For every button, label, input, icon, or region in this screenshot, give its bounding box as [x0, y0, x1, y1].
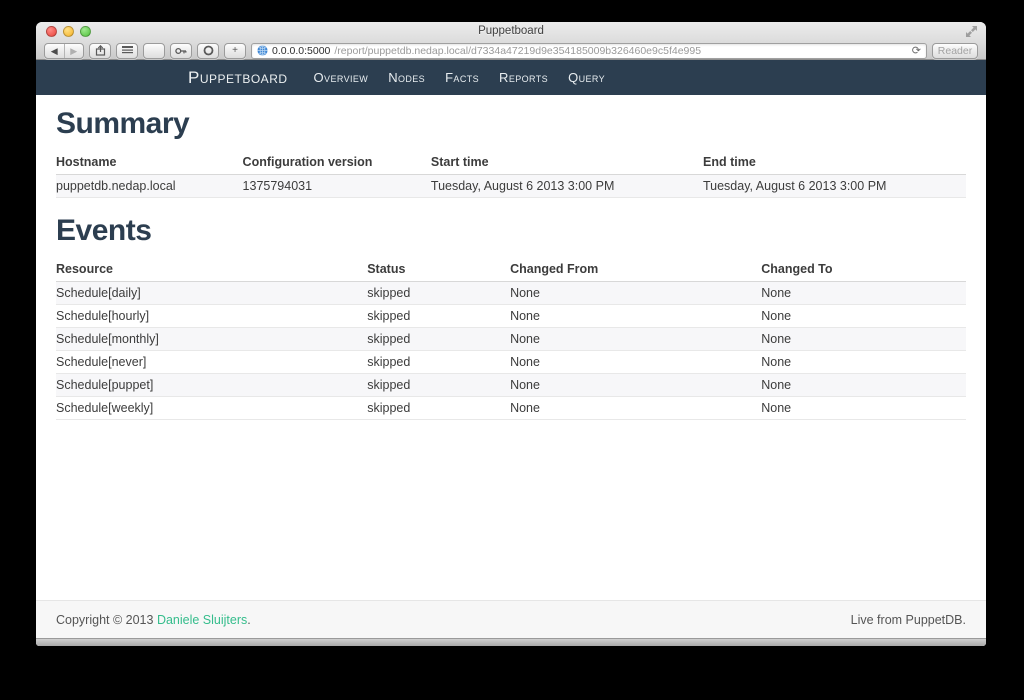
zoom-window-button[interactable]: [80, 26, 91, 37]
table-cell: None: [510, 351, 761, 374]
table-cell: skipped: [367, 328, 510, 351]
globe-icon: [257, 45, 268, 56]
browser-toolbar: ◀ ▶: [36, 41, 986, 60]
nav-item-overview[interactable]: Overview: [304, 70, 379, 85]
traffic-lights: [46, 26, 91, 37]
table-cell: Tuesday, August 6 2013 3:00 PM: [431, 175, 703, 198]
page-footer: Copyright © 2013 Daniele Sluijters. Live…: [36, 600, 986, 638]
nav-item-facts[interactable]: Facts: [435, 70, 489, 85]
copyright-text: Copyright © 2013 Daniele Sluijters.: [56, 613, 251, 627]
table-cell: None: [761, 351, 966, 374]
events-header-row: ResourceStatusChanged FromChanged To: [56, 258, 966, 282]
table-cell: None: [761, 305, 966, 328]
refresh-icon[interactable]: ⟳: [912, 44, 921, 57]
column-header: Hostname: [56, 151, 243, 175]
live-from-puppetdb-text: Live from PuppetDB.: [851, 613, 966, 627]
keychain-button[interactable]: [170, 43, 192, 59]
history-nav-group: ◀ ▶: [44, 43, 84, 59]
url-field[interactable]: 0.0.0.0:5000/report/puppetdb.nedap.local…: [251, 43, 927, 59]
navbar-brand[interactable]: Puppetboard: [188, 68, 288, 88]
top-sites-button[interactable]: [197, 43, 219, 59]
table-cell: Schedule[hourly]: [56, 305, 367, 328]
titlebar[interactable]: Puppetboard: [36, 22, 986, 41]
table-cell: None: [510, 397, 761, 420]
circle-icon: [203, 45, 214, 56]
reading-list-button[interactable]: [116, 43, 138, 59]
url-path: /report/puppetdb.nedap.local/d7334a47219…: [334, 45, 907, 57]
table-cell: 1375794031: [243, 175, 431, 198]
app-navbar: Puppetboard Overview Nodes Facts Reports…: [36, 60, 986, 95]
table-row: Schedule[daily]skippedNoneNone: [56, 282, 966, 305]
table-cell: skipped: [367, 351, 510, 374]
share-icon: [95, 45, 106, 56]
column-header: Resource: [56, 258, 367, 282]
table-cell: None: [510, 305, 761, 328]
table-cell: None: [510, 374, 761, 397]
summary-header-row: HostnameConfiguration versionStart timeE…: [56, 151, 966, 175]
table-cell: None: [761, 374, 966, 397]
column-header: Configuration version: [243, 151, 431, 175]
forward-button[interactable]: ▶: [64, 44, 84, 58]
table-cell: skipped: [367, 282, 510, 305]
nav-item-reports[interactable]: Reports: [489, 70, 558, 85]
minimize-window-button[interactable]: [63, 26, 74, 37]
window-bottom-edge: [36, 638, 986, 646]
table-cell: None: [761, 397, 966, 420]
table-cell: None: [761, 328, 966, 351]
window-title: Puppetboard: [36, 22, 986, 40]
page-content: Summary HostnameConfiguration versionSta…: [36, 95, 986, 600]
table-row: Schedule[monthly]skippedNoneNone: [56, 328, 966, 351]
column-header: Changed From: [510, 258, 761, 282]
column-header: End time: [703, 151, 966, 175]
share-button[interactable]: [89, 43, 111, 59]
table-row: Schedule[weekly]skippedNoneNone: [56, 397, 966, 420]
table-cell: Schedule[monthly]: [56, 328, 367, 351]
events-heading: Events: [56, 214, 966, 248]
table-cell: skipped: [367, 397, 510, 420]
list-lines-icon: [122, 46, 133, 55]
back-button[interactable]: ◀: [45, 44, 64, 58]
summary-heading: Summary: [56, 107, 966, 141]
summary-table: HostnameConfiguration versionStart timeE…: [56, 151, 966, 198]
reader-button[interactable]: Reader: [932, 43, 978, 59]
table-cell: None: [510, 282, 761, 305]
close-window-button[interactable]: [46, 26, 57, 37]
table-cell: skipped: [367, 305, 510, 328]
column-header: Start time: [431, 151, 703, 175]
column-header: Changed To: [761, 258, 966, 282]
table-row: Schedule[puppet]skippedNoneNone: [56, 374, 966, 397]
events-table: ResourceStatusChanged FromChanged To Sch…: [56, 258, 966, 420]
table-row: puppetdb.nedap.local1375794031Tuesday, A…: [56, 175, 966, 198]
table-row: Schedule[never]skippedNoneNone: [56, 351, 966, 374]
browser-window: Puppetboard ◀ ▶: [36, 22, 986, 646]
fullscreen-icon[interactable]: [965, 25, 978, 38]
table-cell: puppetdb.nedap.local: [56, 175, 243, 198]
blank-toolbar-button[interactable]: [143, 43, 165, 59]
table-cell: None: [510, 328, 761, 351]
table-cell: Schedule[puppet]: [56, 374, 367, 397]
table-cell: Schedule[never]: [56, 351, 367, 374]
table-row: Schedule[hourly]skippedNoneNone: [56, 305, 966, 328]
column-header: Status: [367, 258, 510, 282]
key-icon: [175, 46, 187, 56]
nav-item-query[interactable]: Query: [558, 70, 615, 85]
table-cell: Tuesday, August 6 2013 3:00 PM: [703, 175, 966, 198]
table-cell: None: [761, 282, 966, 305]
author-link[interactable]: Daniele Sluijters: [157, 613, 247, 627]
url-host: 0.0.0.0:5000: [272, 45, 330, 57]
browser-chrome: Puppetboard ◀ ▶: [36, 22, 986, 60]
new-tab-button[interactable]: +: [224, 43, 246, 59]
table-cell: Schedule[daily]: [56, 282, 367, 305]
table-cell: Schedule[weekly]: [56, 397, 367, 420]
table-cell: skipped: [367, 374, 510, 397]
nav-item-nodes[interactable]: Nodes: [378, 70, 435, 85]
